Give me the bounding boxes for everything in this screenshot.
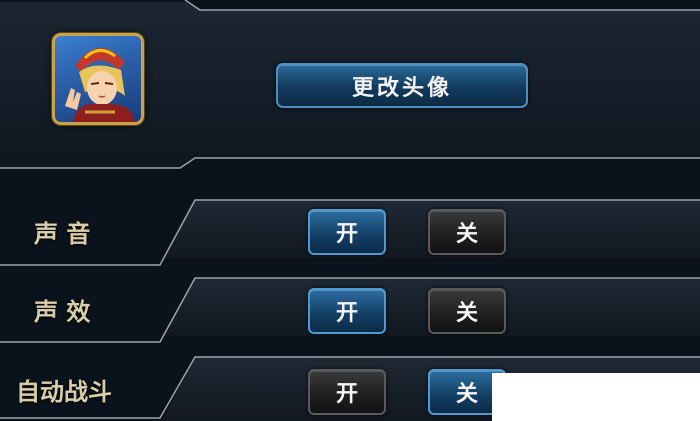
sound-label: 声 音 bbox=[34, 219, 91, 248]
sound-off-button[interactable]: 关 bbox=[428, 209, 506, 255]
auto-battle-label: 自动战斗 bbox=[16, 377, 112, 406]
hero-portrait bbox=[65, 47, 135, 122]
sound-on-button[interactable]: 开 bbox=[308, 209, 386, 255]
sound-effects-off-button[interactable]: 关 bbox=[428, 288, 506, 334]
auto-battle-on-button[interactable]: 开 bbox=[308, 369, 386, 415]
sound-effects-label: 声 效 bbox=[34, 297, 91, 326]
blank-overlay bbox=[492, 373, 700, 421]
change-avatar-button[interactable]: 更改头像 bbox=[276, 63, 528, 108]
sound-effects-on-button[interactable]: 开 bbox=[308, 288, 386, 334]
hero-avatar-icon[interactable] bbox=[52, 33, 144, 125]
